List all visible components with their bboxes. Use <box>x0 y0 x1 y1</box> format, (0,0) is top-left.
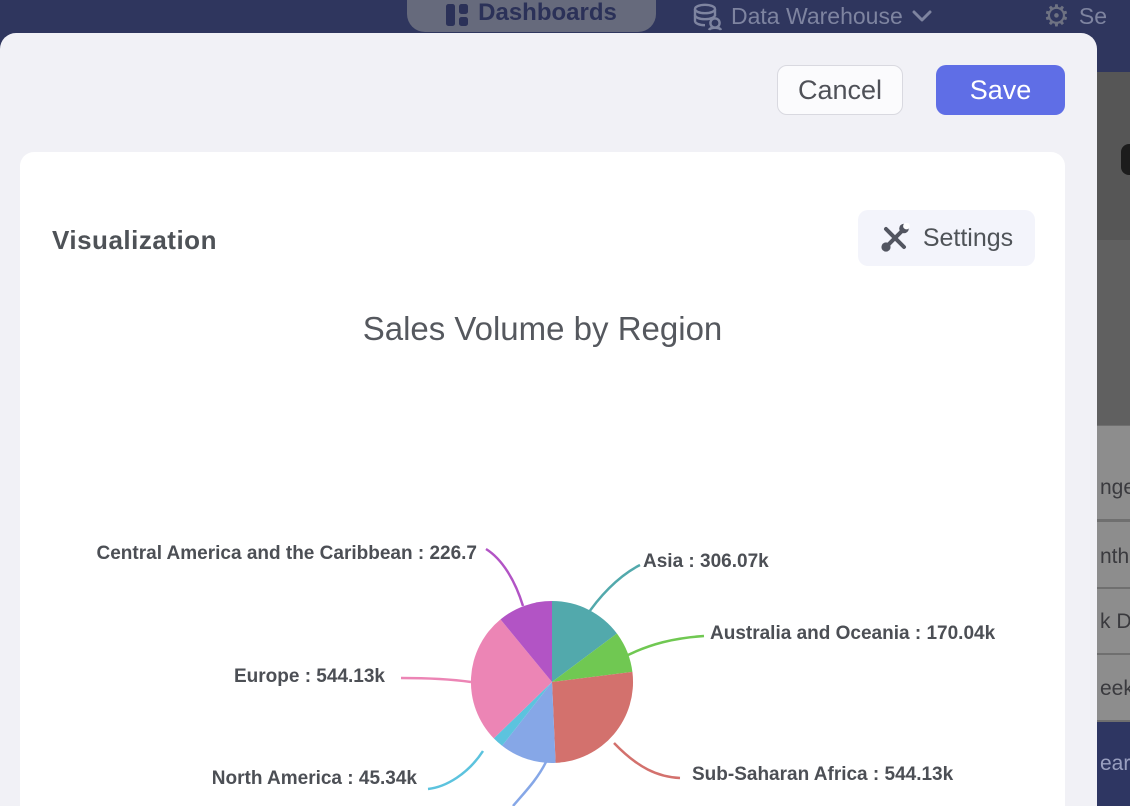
nav-data-warehouse-label: Data Warehouse <box>731 3 903 30</box>
pie-label-australia: Australia and Oceania : 170.04k <box>710 623 995 645</box>
leader-line-australia <box>620 636 704 659</box>
cancel-button[interactable]: Cancel <box>777 65 903 115</box>
pie-label-europe: Europe : 544.13k <box>234 666 385 688</box>
leader-line-northamerica <box>428 751 483 789</box>
visualization-modal: Cancel Save Visualization Settings Sales… <box>0 33 1097 806</box>
leader-line-africa <box>614 743 680 778</box>
menu-fragment-week: eek <box>1100 677 1130 701</box>
leader-line-europe <box>401 678 471 682</box>
chevron-down-icon <box>912 10 932 23</box>
database-icon <box>692 3 722 31</box>
menu-fragment-range: nge <box>1100 476 1130 500</box>
menu-fragment-month: nth <box>1100 545 1129 569</box>
leader-line-offscreen <box>513 762 546 806</box>
visualization-card: Visualization Settings Sales Volume by R… <box>20 152 1065 806</box>
tab-dashboards-label: Dashboards <box>478 0 617 27</box>
gear-icon: ⚙ <box>1043 2 1070 32</box>
tab-dashboards[interactable]: Dashboards <box>407 0 656 32</box>
dimmed-background-band-2 <box>1097 240 1130 425</box>
pie-chart[interactable] <box>20 152 1065 806</box>
occluded-dark-button[interactable] <box>1121 144 1130 175</box>
pie-slices[interactable] <box>471 601 633 763</box>
nav-item-data-warehouse[interactable]: Data Warehouse <box>692 0 932 33</box>
pie-label-asia: Asia : 306.07k <box>643 551 769 573</box>
save-button[interactable]: Save <box>936 65 1065 115</box>
pie-label-sub-saharan-africa: Sub-Saharan Africa : 544.13k <box>692 764 953 786</box>
leader-line-centralamerica <box>486 549 523 606</box>
menu-item-range[interactable] <box>1097 426 1130 519</box>
menu-fragment-year: ear <box>1100 752 1130 776</box>
menu-fragment-weekday: k D <box>1100 610 1130 634</box>
dashboards-icon <box>446 4 468 26</box>
nav-settings-label-partial: Se <box>1079 3 1107 30</box>
pie-label-north-america: North America : 45.34k <box>212 768 417 790</box>
nav-item-settings[interactable]: ⚙ Se <box>1043 0 1107 33</box>
leader-line-asia <box>585 565 640 618</box>
pie-label-central-america: Central America and the Caribbean : 226.… <box>97 543 477 565</box>
